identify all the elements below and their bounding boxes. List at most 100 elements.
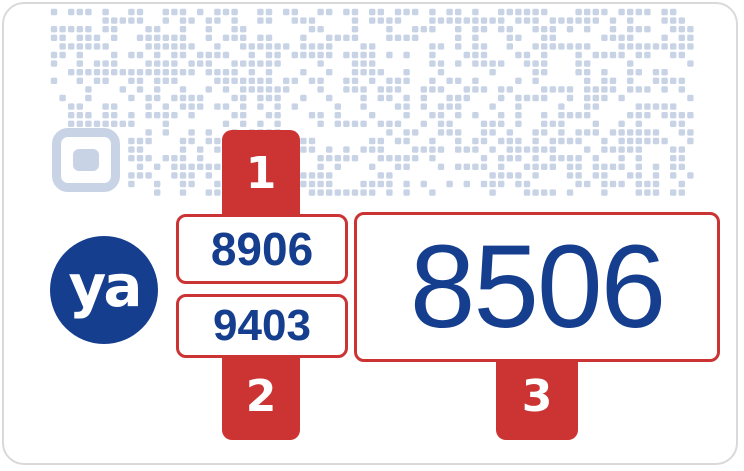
qr-module bbox=[222, 103, 230, 110]
qr-module bbox=[179, 26, 187, 33]
qr-module bbox=[179, 103, 187, 110]
qr-module bbox=[308, 180, 316, 188]
qr-module bbox=[532, 8, 539, 16]
qr-module bbox=[102, 77, 109, 84]
qr-module bbox=[394, 86, 402, 93]
qr-module bbox=[532, 137, 539, 145]
qr-module bbox=[635, 137, 642, 145]
qr-module bbox=[644, 8, 651, 16]
qr-module bbox=[351, 17, 359, 24]
qr-module bbox=[678, 51, 685, 59]
qr-module bbox=[179, 163, 187, 170]
qr-module bbox=[171, 94, 178, 102]
qr-module bbox=[274, 94, 281, 102]
label-tab-1: 1 bbox=[222, 130, 300, 220]
qr-module bbox=[188, 180, 195, 188]
qr-module bbox=[300, 51, 307, 59]
qr-module bbox=[601, 137, 608, 145]
qr-module bbox=[257, 94, 264, 102]
qr-module bbox=[136, 172, 144, 179]
qr-module bbox=[670, 120, 677, 127]
qr-module bbox=[601, 51, 608, 59]
qr-module bbox=[136, 137, 144, 145]
qr-module bbox=[541, 51, 548, 59]
qr-module bbox=[154, 34, 161, 41]
qr-module bbox=[627, 137, 634, 145]
qr-module bbox=[506, 26, 513, 33]
qr-module bbox=[609, 163, 617, 170]
qr-module bbox=[76, 51, 83, 59]
qr-module bbox=[291, 51, 298, 59]
qr-module bbox=[463, 51, 470, 59]
qr-module bbox=[575, 43, 582, 50]
qr-module bbox=[558, 17, 565, 24]
qr-module bbox=[532, 189, 539, 196]
qr-module bbox=[265, 86, 273, 93]
qr-module bbox=[437, 43, 445, 50]
qr-module bbox=[678, 34, 685, 41]
qr-module bbox=[463, 94, 470, 102]
qr-module bbox=[171, 172, 178, 179]
qr-module bbox=[455, 103, 462, 110]
qr-module bbox=[670, 26, 677, 33]
qr-module bbox=[85, 94, 92, 102]
qr-module bbox=[635, 129, 642, 136]
qr-module bbox=[248, 51, 255, 59]
qr-module bbox=[549, 26, 556, 33]
qr-module bbox=[394, 77, 402, 84]
qr-module bbox=[111, 51, 118, 59]
qr-module bbox=[93, 120, 101, 127]
qr-module bbox=[627, 112, 634, 119]
qr-module bbox=[231, 94, 238, 102]
qr-module bbox=[618, 34, 625, 41]
qr-module bbox=[326, 43, 333, 50]
qr-module bbox=[420, 94, 427, 102]
qr-module bbox=[231, 69, 238, 76]
qr-module bbox=[240, 60, 247, 67]
qr-module bbox=[257, 120, 264, 127]
qr-module bbox=[300, 172, 307, 179]
qr-module bbox=[549, 43, 556, 50]
qr-module bbox=[678, 146, 685, 153]
qr-module bbox=[627, 146, 634, 153]
qr-module bbox=[188, 103, 195, 110]
qr-module bbox=[601, 77, 608, 84]
qr-module bbox=[162, 120, 169, 127]
qr-module bbox=[128, 120, 135, 127]
qr-module bbox=[592, 129, 599, 136]
qr-module bbox=[386, 94, 393, 102]
qr-module bbox=[549, 146, 556, 153]
qr-module bbox=[326, 180, 333, 188]
qr-module bbox=[644, 112, 651, 119]
qr-module bbox=[222, 51, 230, 59]
qr-module bbox=[334, 163, 341, 170]
qr-module bbox=[687, 34, 694, 41]
qr-module bbox=[678, 86, 685, 93]
qr-module bbox=[154, 112, 161, 119]
qr-module bbox=[394, 163, 402, 170]
qr-module bbox=[480, 26, 488, 33]
qr-module bbox=[386, 172, 393, 179]
qr-module bbox=[179, 51, 187, 59]
qr-module bbox=[197, 8, 204, 16]
qr-module bbox=[197, 60, 204, 67]
qr-module bbox=[575, 172, 582, 179]
qr-module bbox=[541, 163, 548, 170]
code-value-1: 8906 bbox=[210, 223, 314, 275]
qr-module bbox=[128, 172, 135, 179]
qr-module bbox=[145, 129, 152, 136]
qr-module bbox=[102, 43, 109, 50]
qr-module bbox=[162, 60, 169, 67]
qr-module bbox=[635, 189, 642, 196]
qr-module bbox=[300, 17, 307, 24]
qr-module bbox=[489, 120, 496, 127]
qr-module bbox=[326, 69, 333, 76]
qr-module bbox=[437, 112, 445, 119]
qr-module bbox=[515, 34, 522, 41]
qr-module bbox=[317, 51, 324, 59]
qr-module bbox=[317, 60, 324, 67]
qr-module bbox=[59, 51, 66, 59]
qr-module bbox=[248, 86, 255, 93]
qr-module bbox=[240, 112, 247, 119]
qr-module bbox=[265, 60, 273, 67]
